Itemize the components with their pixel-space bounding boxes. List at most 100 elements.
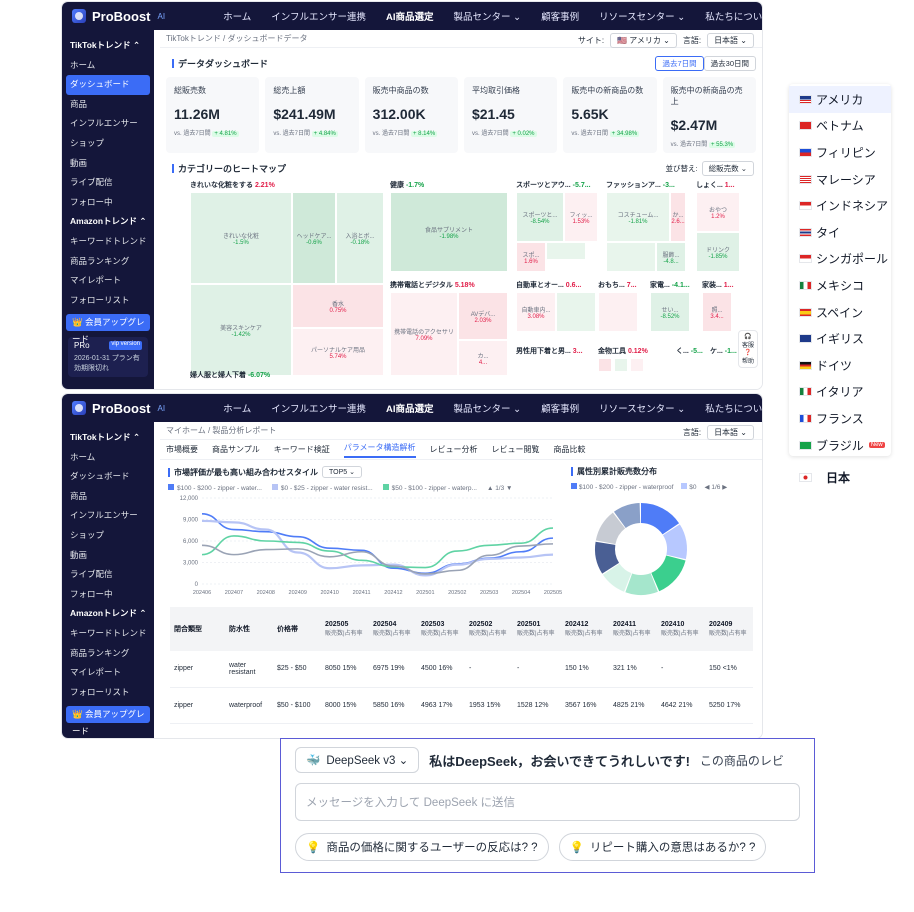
donut-slice[interactable] [651, 555, 686, 592]
nav-item[interactable]: リソースセンター ⌄ [589, 401, 695, 415]
sidebar-item[interactable]: マイレポート [62, 271, 154, 291]
column-header[interactable]: 202501 販売数|占有率 [513, 607, 561, 651]
sidebar-item[interactable]: 商品 [62, 95, 154, 115]
sidebar-item[interactable]: キーワードトレンド [62, 232, 154, 252]
sidebar-item[interactable]: 商品 [62, 487, 154, 507]
model-select[interactable]: 🐳 DeepSeek v3 ⌄ [295, 747, 420, 773]
heatmap-tile[interactable]: 自動車内... 3.08% [516, 292, 556, 332]
column-header[interactable]: 202502 販売数|占有率 [465, 607, 513, 651]
heatmap-tile[interactable]: 香水 0.75% [292, 284, 384, 328]
category-title[interactable]: ケ... -1... [710, 346, 737, 356]
sort-select[interactable]: 総販売数 ⌄ [701, 161, 754, 176]
heatmap-tile[interactable]: か... 2.6... [670, 192, 686, 242]
category-title[interactable]: スポーツとアウ... -5.7... [516, 180, 591, 190]
sidebar-item[interactable]: ショップ [62, 526, 154, 546]
country-option-mx[interactable]: メキシコ [789, 272, 891, 299]
heatmap-tile[interactable]: おやつ 1.2% [696, 192, 740, 232]
heatmap-tile[interactable] [614, 358, 628, 372]
category-title[interactable]: きれいな化粧をする 2.21% [190, 180, 275, 190]
nav-item[interactable]: 私たちについて [695, 401, 762, 415]
nav-item[interactable]: AI商品選定 [376, 9, 444, 23]
language-select[interactable]: 日本語 ⌄ [707, 425, 754, 440]
language-select[interactable]: 日本語 ⌄ [707, 33, 754, 48]
message-input[interactable]: メッセージを入力して DeepSeek に送信 [295, 783, 800, 821]
heatmap-tile[interactable]: 美容スキンケア -1.42% [190, 284, 292, 376]
nav-item[interactable]: リソースセンター ⌄ [589, 9, 695, 23]
heatmap-tile[interactable]: 携帯電話のアクセサリ 7.09% [390, 292, 458, 376]
category-title[interactable]: しょく... 1... [696, 180, 735, 190]
country-option-de[interactable]: ドイツ [789, 352, 891, 379]
column-header[interactable]: 202411 販売数|占有率 [609, 607, 657, 651]
category-title[interactable]: 家装... 1... [702, 280, 734, 290]
column-header[interactable]: 閉合類型 [170, 607, 225, 651]
table-row[interactable]: zipper water resistant $25 - $50 8050 15% 69… [170, 651, 753, 688]
sidebar-item[interactable]: TikTokトレンド ⌃ [62, 36, 154, 56]
column-header[interactable]: 202504 販売数|占有率 [369, 607, 417, 651]
period-7d-button[interactable]: 過去7日間 [655, 56, 704, 71]
tab-item[interactable]: キーワード検証 [274, 444, 330, 455]
suggestion-repeat-button[interactable]: 💡 リピート購入の意思はあるか? ? [558, 833, 767, 861]
tab-item[interactable]: 商品サンプル [212, 444, 260, 455]
sidebar-item[interactable]: ダッシュボード [66, 75, 150, 95]
category-title[interactable]: おもち... 7... [598, 280, 637, 290]
heatmap-tile[interactable] [556, 292, 596, 332]
country-option-vn[interactable]: ベトナム [789, 113, 891, 140]
sidebar-item[interactable]: ホーム [62, 56, 154, 76]
sidebar-item[interactable]: Amazonトレンド ⌃ [62, 212, 154, 232]
donut-legend-1[interactable]: $100 - $200 - zipper - waterproof [571, 483, 673, 491]
category-title[interactable]: 金物工具 0.12% [598, 346, 648, 356]
sidebar-item[interactable]: ショップ [62, 134, 154, 154]
nav-item[interactable]: 私たちについて [695, 9, 762, 23]
sidebar-item[interactable]: 動画 [62, 546, 154, 566]
plan-card[interactable]: PRo vip version 2026-01-31 プラン有効期限切れ [68, 337, 148, 378]
brand-logo[interactable]: ProBoost AI [62, 9, 165, 24]
category-title[interactable]: 自動車とオー... 0.6... [516, 280, 581, 290]
nav-item[interactable]: インフルエンサー連携 [261, 401, 376, 415]
country-option-jp[interactable]: 日本 [789, 464, 891, 491]
sidebar-item[interactable]: フォロー中 [62, 585, 154, 605]
heatmap-tile[interactable]: カ... 4... [458, 340, 508, 376]
heatmap-tile[interactable]: 照... 3.4... [702, 292, 732, 332]
country-option-th[interactable]: タイ [789, 219, 891, 246]
heatmap-tile[interactable]: 入浴とボ... -0.18% [336, 192, 384, 284]
column-header[interactable]: 202409 販売数|占有率 [705, 607, 753, 651]
tab-item[interactable]: 商品比較 [554, 444, 586, 455]
kpi-card[interactable]: 総売上額 $241.49M vs. 過去7日間 + 4.84% [265, 77, 359, 153]
kpi-card[interactable]: 販売中商品の数 312.00K vs. 過去7日間 + 8.14% [364, 77, 458, 153]
help-widget[interactable]: 🎧 客服 ❓ 帮助 [738, 330, 758, 368]
country-option-gb[interactable]: イギリス [789, 325, 891, 352]
country-option-my[interactable]: マレーシア [789, 166, 891, 193]
heatmap-tile[interactable]: きれいな化粧 -1.5% [190, 192, 292, 284]
series-line[interactable] [201, 527, 554, 569]
donut-legend-2[interactable]: $0 [681, 483, 697, 491]
country-option-br[interactable]: ブラジル New [789, 432, 891, 459]
period-30d-button[interactable]: 過去30日間 [703, 56, 756, 71]
nav-item[interactable]: インフルエンサー連携 [261, 9, 376, 23]
category-title[interactable]: く... -5... [676, 346, 703, 356]
heatmap-tile[interactable]: スポ... 1.6% [516, 242, 546, 272]
heatmap-tile[interactable]: 食品サプリメント -1.98% [390, 192, 508, 272]
nav-item[interactable]: AI商品選定 [376, 401, 444, 415]
heatmap-tile[interactable]: フィッ... 1.53% [564, 192, 598, 242]
heatmap-tile[interactable]: スポーツと... -8.54% [516, 192, 564, 242]
sidebar-item[interactable]: インフルエンサー [62, 506, 154, 526]
country-option-it[interactable]: イタリア [789, 379, 891, 406]
heatmap-tile[interactable] [630, 358, 644, 372]
legend-item[interactable]: $100 - $200 - zipper - water... [168, 484, 262, 492]
sidebar-item[interactable]: 商品ランキング [62, 252, 154, 272]
category-title[interactable]: 男性用下着と男... 3... [516, 346, 583, 356]
kpi-card[interactable]: 総販売数 11.26M vs. 過去7日間 + 4.81% [166, 77, 260, 153]
legend-item[interactable]: $50 - $100 - zipper - waterp... [382, 484, 477, 492]
country-option-us[interactable]: アメリカ [789, 86, 891, 113]
sidebar-item[interactable]: フォローリスト [62, 291, 154, 311]
legend-pager[interactable]: ▲ 1/3 ▼ [487, 485, 513, 492]
sidebar-item[interactable]: Amazonトレンド ⌃ [62, 604, 154, 624]
column-header[interactable]: 202412 販売数|占有率 [561, 607, 609, 651]
column-header[interactable]: 202410 販売数|占有率 [657, 607, 705, 651]
heatmap-tile[interactable] [546, 242, 586, 260]
country-option-es[interactable]: スペイン [789, 299, 891, 326]
sidebar-item[interactable]: キーワードトレンド [62, 624, 154, 644]
heatmap-tile[interactable] [598, 358, 612, 372]
heatmap-tile[interactable]: AVデバ... 2.03% [458, 292, 508, 340]
heatmap-tile[interactable] [598, 292, 638, 332]
